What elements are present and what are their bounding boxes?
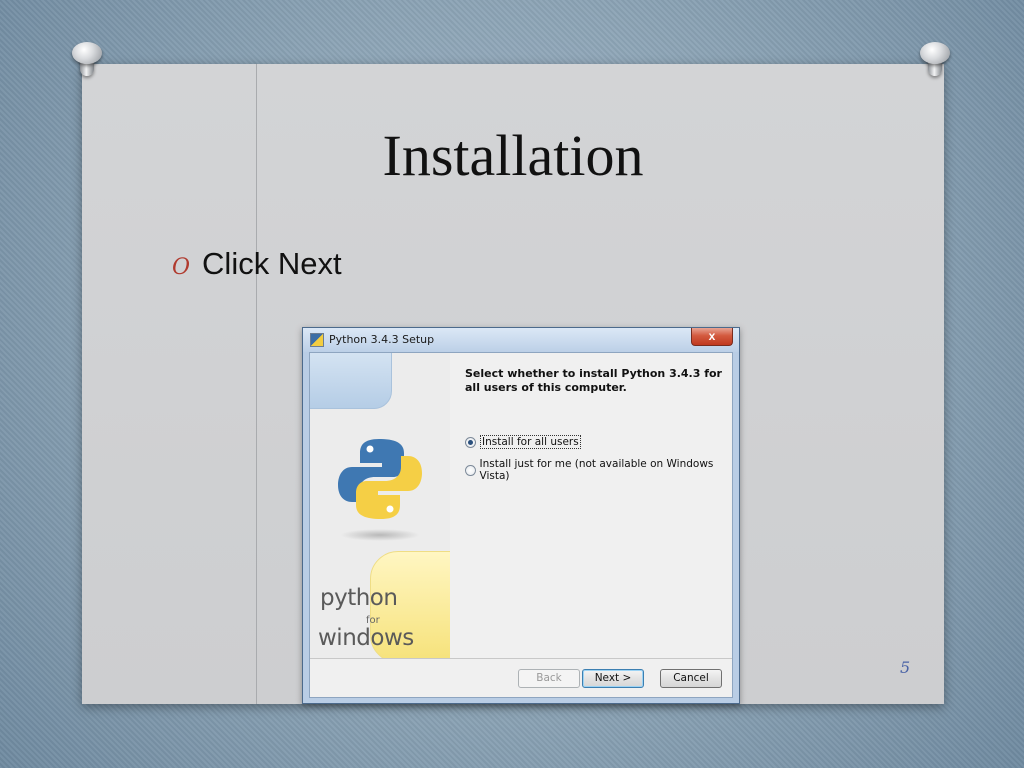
option-just-me[interactable]: Install just for me (not available on Wi… [465, 458, 732, 482]
pushpin-left-icon [70, 42, 104, 82]
close-button[interactable]: x [691, 328, 733, 346]
setup-window: Python 3.4.3 Setup x python for windows … [302, 327, 740, 704]
bullet-mark: O [172, 255, 191, 280]
logo-shadow [340, 529, 420, 541]
window-title: Python 3.4.3 Setup [329, 333, 435, 346]
window-titlebar[interactable]: Python 3.4.3 Setup x [303, 328, 739, 352]
python-logo-icon [338, 439, 422, 519]
decor-blue-shape [310, 353, 392, 409]
button-separator [310, 658, 732, 659]
option-all-users-label[interactable]: Install for all users [480, 435, 581, 449]
option-just-me-label[interactable]: Install just for me (not available on Wi… [480, 458, 733, 482]
brand-python: python [320, 585, 398, 611]
brand-windows: windows [318, 625, 414, 651]
installer-icon [310, 333, 324, 347]
radio-all-users[interactable] [465, 436, 476, 448]
page-number: 5 [900, 658, 911, 677]
install-scope-question: Select whether to install Python 3.4.3 f… [465, 367, 722, 394]
radio-just-me[interactable] [465, 464, 476, 476]
bullet-text: Click Next [202, 246, 342, 281]
cancel-button[interactable]: Cancel [660, 669, 722, 688]
pushpin-right-icon [918, 42, 952, 82]
back-button[interactable]: Back [518, 669, 580, 688]
branding-panel: python for windows [310, 353, 450, 658]
option-all-users[interactable]: Install for all users [465, 435, 581, 449]
next-button[interactable]: Next > [582, 669, 644, 688]
setup-content: python for windows Select whether to ins… [309, 352, 733, 698]
slide-title: Installation [382, 123, 644, 188]
bullet-item: O Click Next [172, 246, 342, 282]
